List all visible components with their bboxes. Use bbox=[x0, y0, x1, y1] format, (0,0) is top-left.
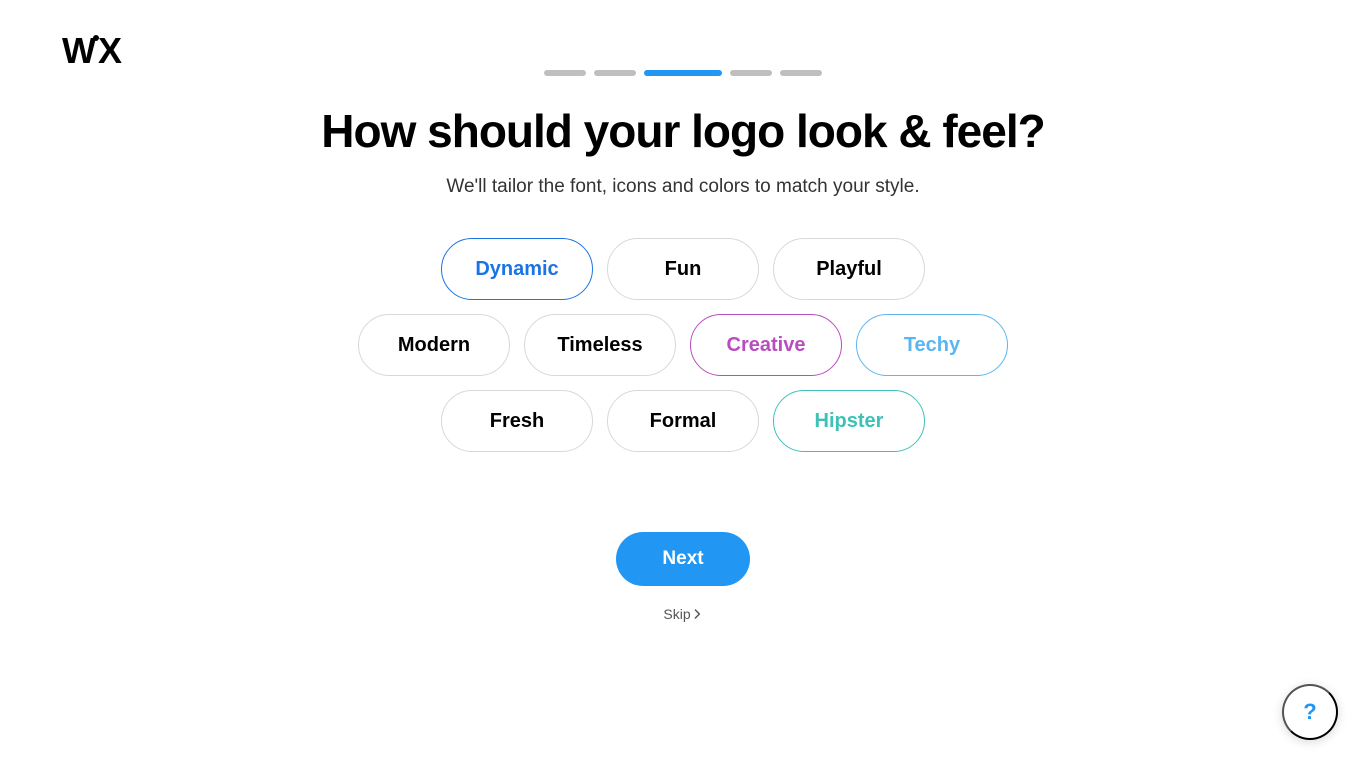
tag-label: Fun bbox=[665, 258, 702, 281]
help-icon: ? bbox=[1303, 699, 1316, 725]
tag-label: Formal bbox=[650, 410, 717, 433]
progress-step-2 bbox=[594, 70, 636, 76]
tag-label: Dynamic bbox=[475, 258, 558, 281]
next-button-label: Next bbox=[662, 548, 703, 569]
style-tag-timeless[interactable]: Timeless bbox=[524, 314, 676, 376]
tag-label: Modern bbox=[398, 334, 470, 357]
page-title: How should your logo look & feel? bbox=[0, 104, 1366, 158]
logo-text-x: X bbox=[98, 30, 120, 71]
tag-label: Techy bbox=[904, 334, 960, 357]
tag-label: Playful bbox=[816, 258, 882, 281]
style-tag-modern[interactable]: Modern bbox=[358, 314, 510, 376]
chevron-right-icon bbox=[695, 609, 703, 619]
style-tag-creative[interactable]: Creative bbox=[690, 314, 842, 376]
tag-row: Fresh Formal Hipster bbox=[441, 390, 925, 452]
tag-row: Modern Timeless Creative Techy bbox=[358, 314, 1008, 376]
skip-label: Skip bbox=[663, 606, 690, 622]
tag-row: Dynamic Fun Playful bbox=[441, 238, 925, 300]
style-tag-techy[interactable]: Techy bbox=[856, 314, 1008, 376]
tag-label: Creative bbox=[727, 334, 806, 357]
style-tag-playful[interactable]: Playful bbox=[773, 238, 925, 300]
page-subtitle: We'll tailor the font, icons and colors … bbox=[0, 176, 1366, 198]
progress-step-5 bbox=[780, 70, 822, 76]
progress-step-1 bbox=[544, 70, 586, 76]
style-tag-formal[interactable]: Formal bbox=[607, 390, 759, 452]
logo-text-w: W bbox=[62, 30, 94, 71]
wix-logo[interactable]: WX bbox=[62, 30, 120, 72]
style-tag-fresh[interactable]: Fresh bbox=[441, 390, 593, 452]
skip-link[interactable]: Skip bbox=[663, 606, 702, 622]
style-tag-hipster[interactable]: Hipster bbox=[773, 390, 925, 452]
style-tag-picker: Dynamic Fun Playful Modern Timeless Crea… bbox=[0, 238, 1366, 452]
progress-bar bbox=[0, 70, 1366, 76]
style-tag-dynamic[interactable]: Dynamic bbox=[441, 238, 593, 300]
help-button[interactable]: ? bbox=[1282, 684, 1338, 740]
progress-step-4 bbox=[730, 70, 772, 76]
tag-label: Fresh bbox=[490, 410, 544, 433]
tag-label: Timeless bbox=[557, 334, 642, 357]
tag-label: Hipster bbox=[815, 410, 884, 433]
next-button[interactable]: Next bbox=[616, 532, 750, 586]
progress-step-3 bbox=[644, 70, 722, 76]
style-tag-fun[interactable]: Fun bbox=[607, 238, 759, 300]
